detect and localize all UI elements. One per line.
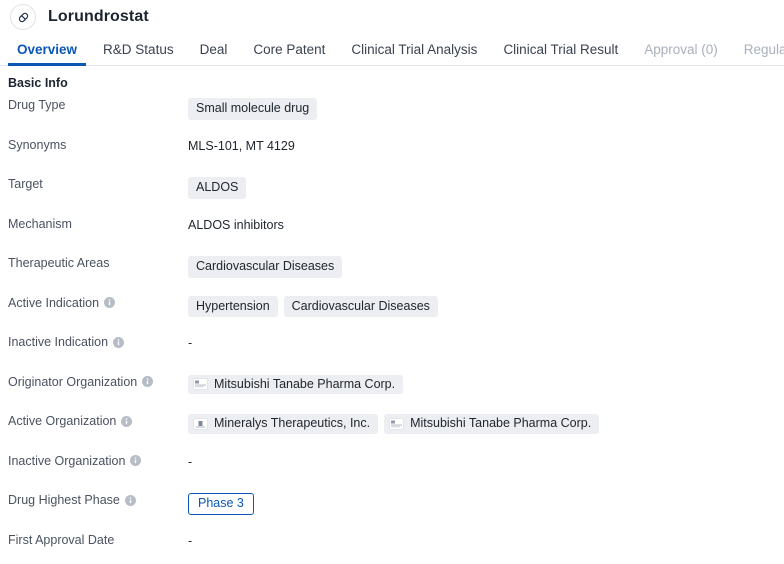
row-value-mechanism: ALDOS inhibitors [188, 215, 784, 235]
label-text: Target [8, 177, 43, 191]
table-row: Mechanism ALDOS inhibitors [8, 215, 784, 255]
info-icon[interactable] [142, 376, 154, 388]
label-text: Drug Highest Phase [8, 493, 120, 507]
label-text: Inactive Organization [8, 453, 126, 468]
row-label-inactive-organization: Inactive Organization [8, 452, 188, 468]
value-empty: - [188, 336, 193, 351]
info-icon[interactable] [121, 415, 133, 427]
table-row: Synonyms MLS-101, MT 4129 [8, 136, 784, 176]
info-icon[interactable] [104, 297, 116, 309]
value-empty: - [188, 533, 193, 548]
value-chip[interactable]: Hypertension [188, 295, 278, 318]
tab-deal[interactable]: Deal [187, 42, 241, 66]
label-text: First Approval Date [8, 532, 115, 547]
row-label-inactive-indication: Inactive Indication [8, 333, 188, 349]
value-empty: - [188, 454, 193, 469]
tab-regulation: Regulation (0) [743, 41, 784, 57]
info-icon[interactable] [113, 336, 125, 348]
label-text: Active Indication [8, 295, 100, 310]
tab-clinical-trial-analysis[interactable]: Clinical Trial Analysis [338, 42, 490, 66]
table-row: Active Indication Hypertension Cardiovas… [8, 294, 784, 334]
label-text: Drug Type [8, 98, 66, 112]
organization-logo-icon [193, 378, 208, 391]
page-header: Lorundrostat [0, 0, 784, 34]
row-label-active-indication: Active Indication [8, 294, 188, 310]
tab-rd-status[interactable]: R&D Status [90, 42, 187, 66]
value-chip[interactable]: Cardiovascular Diseases [188, 256, 343, 278]
table-row: Inactive Indication - [8, 333, 784, 373]
label-text: Originator Organization [8, 374, 138, 389]
tab-bar: Overview R&D Status Deal Core Patent Cli… [0, 34, 784, 66]
page-title: Lorundrostat [48, 8, 149, 25]
table-row: Therapeutic Areas Cardiovascular Disease… [8, 254, 784, 294]
table-row: Inactive Organization - [8, 452, 784, 492]
value-chip[interactable]: ALDOS [188, 177, 247, 199]
tab-clinical-trial-result[interactable]: Clinical Trial Result [490, 42, 631, 66]
table-row: First Approval Date - [8, 531, 784, 564]
info-icon[interactable] [124, 494, 136, 506]
organization-name: Mineralys Therapeutics, Inc. [214, 416, 371, 430]
organization-logo-icon [193, 417, 208, 430]
table-row: Originator Organization Mitsubishi Tanab… [8, 373, 784, 413]
row-value-first-approval-date: - [188, 531, 784, 551]
tab-approval: Approval (0) [644, 41, 718, 57]
row-label-originator-organization: Originator Organization [8, 373, 188, 389]
row-value-target: ALDOS [188, 175, 784, 199]
organization-name: Mitsubishi Tanabe Pharma Corp. [410, 416, 592, 430]
info-icon[interactable] [130, 455, 142, 467]
label-text: Mechanism [8, 216, 72, 231]
organization-chip[interactable]: Mineralys Therapeutics, Inc. [188, 414, 379, 434]
status-badge[interactable]: Phase 3 [188, 493, 254, 515]
tab-overview[interactable]: Overview [4, 42, 90, 66]
table-row: Drug Type Small molecule drug [8, 96, 784, 136]
value-chip[interactable]: Cardiovascular Diseases [283, 295, 438, 318]
row-label-mechanism: Mechanism [8, 215, 188, 231]
row-value-inactive-indication: - [188, 333, 784, 353]
row-label-therapeutic-areas: Therapeutic Areas [8, 254, 188, 270]
row-label-synonyms: Synonyms [8, 136, 188, 152]
organization-logo-icon [389, 417, 405, 430]
value-chip[interactable]: Small molecule drug [188, 98, 318, 120]
label-text: Active Organization [8, 414, 117, 428]
table-row: Active Organization Mineralys Therapeuti… [8, 412, 784, 452]
row-label-first-approval-date: First Approval Date [8, 531, 188, 547]
label-text: Therapeutic Areas [8, 256, 110, 270]
label-text: Inactive Indication [8, 335, 109, 349]
organization-chip[interactable]: Mitsubishi Tanabe Pharma Corp. [384, 414, 600, 434]
row-value-drug-highest-phase: Phase 3 [188, 491, 784, 515]
table-row: Target ALDOS [8, 175, 784, 215]
row-value-active-organization: Mineralys Therapeutics, Inc. Mitsubishi … [188, 412, 784, 434]
row-label-drug-highest-phase: Drug Highest Phase [8, 491, 188, 507]
row-value-therapeutic-areas: Cardiovascular Diseases [188, 254, 784, 278]
label-text: Synonyms [8, 137, 67, 152]
row-label-target: Target [8, 175, 188, 191]
row-value-drug-type: Small molecule drug [188, 96, 784, 120]
row-value-synonyms: MLS-101, MT 4129 [188, 136, 784, 156]
table-row: Drug Highest Phase Phase 3 [8, 491, 784, 531]
value-text: ALDOS inhibitors [188, 217, 284, 232]
row-value-inactive-organization: - [188, 452, 784, 472]
row-label-active-organization: Active Organization [8, 412, 188, 428]
organization-chip[interactable]: Mitsubishi Tanabe Pharma Corp. [188, 374, 404, 395]
capsule-pill-icon [10, 4, 36, 30]
row-label-drug-type: Drug Type [8, 96, 188, 112]
basic-info-table: Drug Type Small molecule drug Synonyms M… [0, 96, 784, 564]
section-title-basic-info: Basic Info [8, 76, 68, 90]
row-value-active-indication: Hypertension Cardiovascular Diseases [188, 294, 784, 318]
value-text: MLS-101, MT 4129 [188, 138, 295, 153]
organization-name: Mitsubishi Tanabe Pharma Corp. [214, 376, 396, 391]
tab-core-patent[interactable]: Core Patent [240, 42, 338, 66]
row-value-originator-organization: Mitsubishi Tanabe Pharma Corp. [188, 373, 784, 395]
